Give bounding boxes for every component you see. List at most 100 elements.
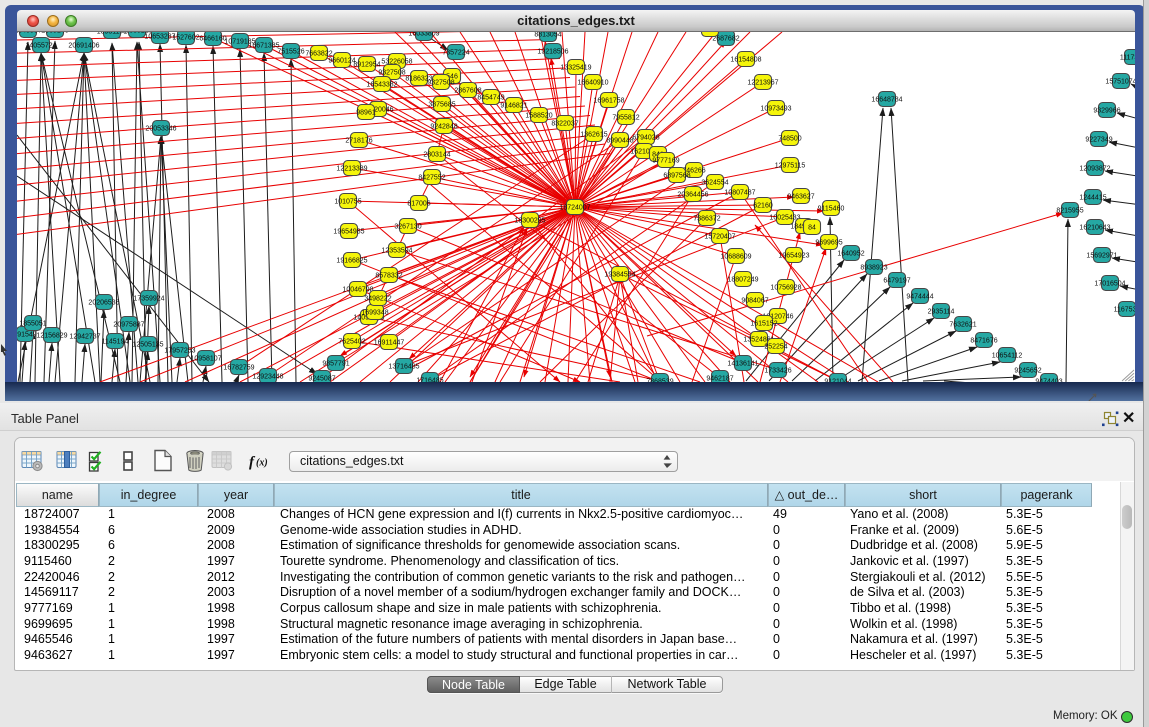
svg-text:1640952: 1640952 (837, 250, 864, 257)
svg-text:7663822: 7663822 (305, 50, 332, 57)
svg-text:2935114: 2935114 (928, 308, 955, 315)
svg-text:17016504: 17016504 (1094, 280, 1125, 287)
svg-text:20053346: 20053346 (145, 125, 176, 132)
svg-text:1362615: 1362615 (580, 131, 607, 138)
svg-text:2803144: 2803144 (423, 151, 450, 158)
svg-text:84: 84 (808, 224, 816, 231)
svg-text:20206536: 20206536 (88, 299, 119, 306)
svg-text:9242848: 9242848 (430, 123, 457, 130)
svg-text:1117398: 1117398 (1120, 54, 1135, 61)
svg-text:15751074: 15751074 (1105, 78, 1135, 85)
svg-text:17359924: 17359924 (133, 295, 164, 302)
svg-text:12213389: 12213389 (336, 165, 367, 172)
svg-text:7955812: 7955812 (612, 114, 639, 121)
svg-text:15692971: 15692971 (1086, 252, 1117, 259)
svg-text:8471676: 8471676 (970, 337, 997, 344)
svg-text:6479197: 6479197 (883, 277, 910, 284)
svg-text:f: f (249, 455, 256, 471)
svg-text:3267130: 3267130 (394, 223, 421, 230)
svg-text:748500: 748500 (778, 135, 801, 142)
svg-text:1244415: 1244415 (1079, 194, 1106, 201)
svg-text:7632621: 7632621 (949, 321, 976, 328)
svg-text:7868539: 7868539 (646, 378, 673, 382)
svg-text:7625402: 7625402 (338, 338, 365, 345)
svg-text:391549: 391549 (17, 331, 37, 338)
svg-text:1010755: 1010755 (334, 198, 361, 205)
svg-text:6794028: 6794028 (632, 134, 659, 141)
svg-text:8912954: 8912954 (353, 61, 380, 68)
svg-text:8813054: 8813054 (534, 32, 561, 38)
svg-text:2867608: 2867608 (454, 87, 481, 94)
svg-text:20975887: 20975887 (113, 321, 144, 328)
svg-text:9463627: 9463627 (787, 193, 814, 200)
svg-text:12093872: 12093872 (1079, 165, 1110, 172)
svg-text:12942737: 12942737 (69, 333, 100, 340)
svg-text:16640910: 16640910 (577, 79, 608, 86)
svg-text:9327508: 9327508 (427, 79, 454, 86)
svg-text:8322037: 8322037 (551, 120, 578, 127)
svg-text:3875685: 3875685 (428, 101, 455, 108)
svg-text:10756928: 10756928 (770, 284, 801, 291)
svg-text:12213967: 12213967 (747, 79, 778, 86)
svg-text:9660124: 9660124 (328, 57, 355, 64)
svg-text:1716485: 1716485 (416, 377, 443, 382)
svg-text:8215955: 8215955 (1056, 207, 1083, 214)
svg-text:19654985: 19654985 (333, 228, 364, 235)
svg-text:9227349: 9227349 (1085, 136, 1112, 143)
svg-text:19654923: 19654923 (778, 252, 809, 259)
svg-text:6466160: 6466160 (199, 35, 226, 42)
svg-text:13325419: 13325419 (560, 64, 591, 71)
svg-text:18300295: 18300295 (514, 217, 545, 224)
svg-text:20364456: 20364456 (677, 191, 708, 198)
svg-text:16210643: 16210643 (1079, 224, 1110, 231)
svg-text:1840557: 1840557 (17, 32, 42, 34)
svg-text:2718176: 2718176 (345, 137, 372, 144)
svg-text:16648784: 16648784 (871, 96, 902, 103)
svg-text:9474403: 9474403 (1035, 378, 1062, 382)
svg-text:13716485: 13716485 (388, 363, 419, 370)
svg-text:10973493: 10973493 (760, 105, 791, 112)
svg-text:8427552: 8427552 (418, 174, 445, 181)
svg-text:16033809: 16033809 (408, 32, 439, 37)
svg-text:2069140: 2069140 (41, 32, 68, 34)
svg-text:817006: 817006 (407, 200, 430, 207)
svg-text:7515526: 7515526 (277, 48, 304, 55)
svg-text:3498222: 3498222 (364, 295, 391, 302)
svg-text:9777169: 9777169 (652, 157, 679, 164)
svg-text:9084067: 9084067 (741, 297, 768, 304)
svg-text:12353594: 12353594 (381, 247, 412, 254)
svg-text:8454749: 8454749 (477, 94, 504, 101)
svg-text:9857791: 9857791 (322, 360, 349, 367)
svg-text:18807249: 18807249 (727, 276, 758, 283)
svg-text:6897568: 6897568 (663, 172, 690, 179)
svg-text:62160: 62160 (753, 202, 773, 209)
svg-text:9329966: 9329966 (1093, 107, 1120, 114)
svg-text:1733426: 1733426 (764, 367, 791, 374)
svg-text:7357224: 7357224 (442, 49, 469, 56)
svg-text:16911447: 16911447 (374, 339, 405, 346)
svg-text:10688609: 10688609 (720, 253, 751, 260)
svg-text:10653287: 10653287 (144, 33, 175, 40)
svg-text:1167539: 1167539 (1114, 306, 1135, 313)
svg-text:(x): (x) (256, 458, 268, 469)
svg-text:14055724: 14055724 (25, 42, 56, 49)
svg-text:1990351: 1990351 (696, 32, 723, 33)
svg-text:8990448: 8990448 (606, 137, 633, 144)
svg-text:3624554: 3624554 (701, 179, 728, 186)
svg-text:9146821: 9146821 (500, 102, 527, 109)
svg-text:17957253: 17957253 (164, 347, 195, 354)
svg-text:15720407: 15720407 (704, 233, 735, 240)
svg-text:1145194: 1145194 (102, 338, 129, 345)
svg-text:8938923: 8938923 (860, 264, 887, 271)
svg-text:9462187: 9462187 (706, 375, 733, 382)
svg-text:16782759: 16782759 (223, 364, 254, 371)
svg-text:12505135: 12505135 (132, 341, 163, 348)
svg-text:12923448: 12923448 (252, 373, 283, 380)
svg-text:9121044: 9121044 (824, 378, 851, 382)
svg-text:19166825: 19166825 (336, 257, 367, 264)
svg-text:12156829: 12156829 (36, 332, 67, 339)
svg-text:9245652: 9245652 (1014, 367, 1041, 374)
svg-text:10046798: 10046798 (342, 286, 373, 293)
svg-text:18724007: 18724007 (559, 204, 590, 211)
svg-text:19218506: 19218506 (537, 48, 568, 55)
